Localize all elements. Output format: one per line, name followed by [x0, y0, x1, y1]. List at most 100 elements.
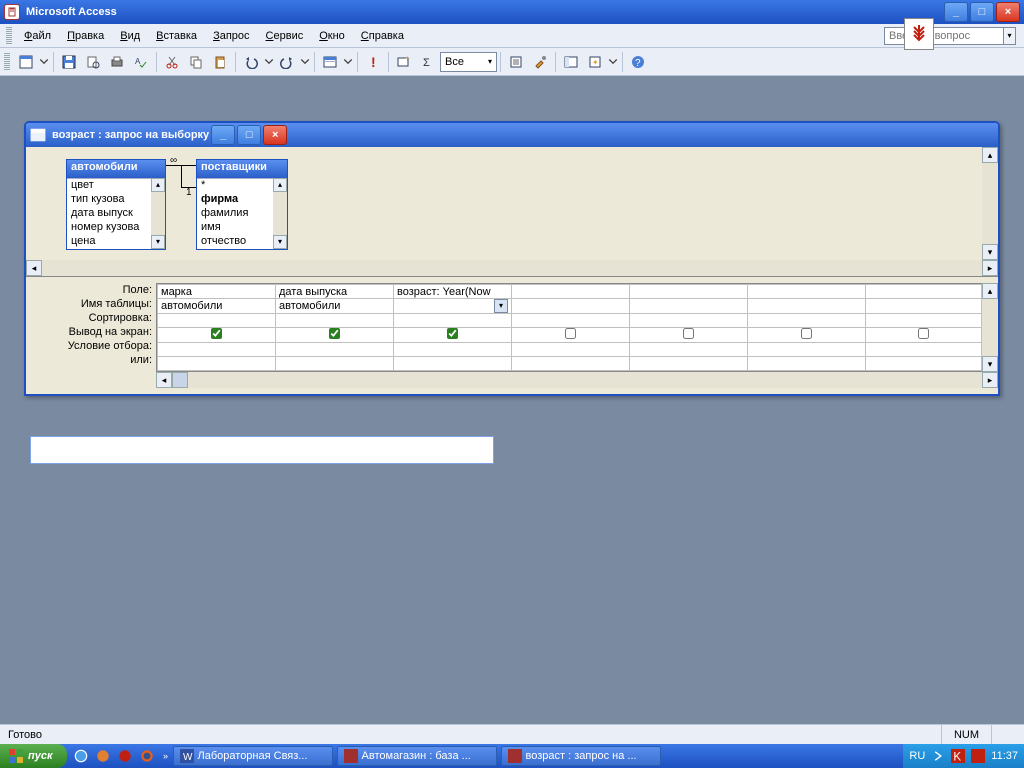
- undo-dropdown-button[interactable]: [264, 51, 274, 73]
- grid-vscroll[interactable]: ▴▾: [982, 283, 998, 372]
- grid-cell-show[interactable]: [394, 328, 512, 343]
- save-button[interactable]: [58, 51, 80, 73]
- grid-cell[interactable]: [748, 285, 866, 299]
- grid-cell-show[interactable]: [276, 328, 394, 343]
- grid-cell[interactable]: [394, 357, 512, 371]
- tray-kaspersky-icon[interactable]: K: [951, 749, 965, 763]
- ql-ie-icon[interactable]: [73, 748, 89, 764]
- menu-tools[interactable]: Сервис: [258, 27, 312, 45]
- grid-cell-active[interactable]: ▾: [394, 299, 512, 314]
- paste-button[interactable]: [209, 51, 231, 73]
- tables-pane[interactable]: автомобили цвет тип кузова дата выпуск н…: [26, 147, 998, 277]
- grid-cell[interactable]: [866, 285, 982, 299]
- menu-window[interactable]: Окно: [311, 27, 353, 45]
- grid-cell[interactable]: [748, 357, 866, 371]
- table-scrollbar[interactable]: ▴▾: [151, 178, 165, 249]
- grid-cell[interactable]: [748, 299, 866, 314]
- query-window-close-button[interactable]: ×: [263, 125, 287, 145]
- grid-cell-show[interactable]: [748, 328, 866, 343]
- show-checkbox[interactable]: [801, 328, 812, 339]
- build-button[interactable]: [529, 51, 551, 73]
- table-avtomobili[interactable]: автомобили цвет тип кузова дата выпуск н…: [66, 159, 166, 250]
- grid-cell[interactable]: [866, 357, 982, 371]
- redo-button[interactable]: [276, 51, 298, 73]
- grid-cell-show[interactable]: [630, 328, 748, 343]
- tables-pane-vscroll[interactable]: ▴▾: [982, 147, 998, 260]
- totals-button[interactable]: Σ: [417, 51, 439, 73]
- menu-edit[interactable]: Правка: [59, 27, 112, 45]
- combo-dropdown-button[interactable]: ▾: [494, 299, 508, 313]
- query-type-dropdown-button[interactable]: [343, 51, 353, 73]
- grid-cell[interactable]: [512, 343, 630, 357]
- app-minimize-button[interactable]: _: [944, 2, 968, 22]
- query-window-minimize-button[interactable]: _: [211, 125, 235, 145]
- grid-cell-show[interactable]: [512, 328, 630, 343]
- help-button[interactable]: ?: [627, 51, 649, 73]
- field-item[interactable]: *: [197, 179, 273, 193]
- field-item[interactable]: фамилия: [197, 207, 273, 221]
- grid-cell[interactable]: возраст: Year(Now: [394, 285, 512, 299]
- show-checkbox[interactable]: [447, 328, 458, 339]
- help-search-input[interactable]: [884, 27, 1004, 45]
- tables-pane-hscroll[interactable]: ◂▸: [26, 260, 998, 276]
- field-item[interactable]: цвет: [67, 179, 151, 193]
- new-object-dropdown-button[interactable]: [608, 51, 618, 73]
- field-item[interactable]: дата выпуск: [67, 207, 151, 221]
- table-postavshiki[interactable]: поставщики * фирма фамилия имя отчество …: [196, 159, 288, 250]
- taskbar-task-access-query[interactable]: возраст : запрос на ...: [501, 746, 661, 766]
- grid-cell[interactable]: [394, 314, 512, 328]
- print-preview-button[interactable]: [82, 51, 104, 73]
- menu-view[interactable]: Вид: [112, 27, 148, 45]
- new-object-button[interactable]: ✦: [584, 51, 606, 73]
- query-grid[interactable]: марка дата выпуска возраст: Year(Now авт…: [156, 283, 982, 372]
- menu-help[interactable]: Справка: [353, 27, 412, 45]
- field-item[interactable]: номер кузова: [67, 221, 151, 235]
- query-window-maximize-button[interactable]: □: [237, 125, 261, 145]
- grid-cell[interactable]: [748, 314, 866, 328]
- view-dropdown-button[interactable]: [39, 51, 49, 73]
- top-values-combo[interactable]: Все▾: [440, 52, 497, 72]
- menu-query[interactable]: Запрос: [205, 27, 257, 45]
- show-checkbox[interactable]: [683, 328, 694, 339]
- app-close-button[interactable]: ×: [996, 2, 1020, 22]
- cut-button[interactable]: [161, 51, 183, 73]
- show-checkbox[interactable]: [329, 328, 340, 339]
- table-scrollbar[interactable]: ▴▾: [273, 178, 287, 249]
- tray-chevron-icon[interactable]: [931, 749, 945, 763]
- menubar-grip[interactable]: [6, 27, 12, 45]
- grid-cell[interactable]: марка: [158, 285, 276, 299]
- query-type-button[interactable]: [319, 51, 341, 73]
- grid-cell[interactable]: [630, 343, 748, 357]
- grid-cell[interactable]: [276, 343, 394, 357]
- grid-cell[interactable]: автомобили: [158, 299, 276, 314]
- ql-firefox-icon[interactable]: [139, 748, 155, 764]
- query-window-titlebar[interactable]: возраст : запрос на выборку _ □ ×: [26, 123, 998, 147]
- grid-cell[interactable]: [158, 357, 276, 371]
- grid-cell[interactable]: [512, 285, 630, 299]
- grid-hscroll[interactable]: ◂▸: [156, 372, 998, 388]
- show-checkbox[interactable]: [565, 328, 576, 339]
- start-button[interactable]: пуск: [0, 744, 67, 768]
- grid-cell[interactable]: дата выпуска: [276, 285, 394, 299]
- show-checkbox[interactable]: [211, 328, 222, 339]
- grid-cell[interactable]: [866, 299, 982, 314]
- copy-button[interactable]: [185, 51, 207, 73]
- spelling-button[interactable]: A: [130, 51, 152, 73]
- grid-cell[interactable]: [630, 285, 748, 299]
- grid-cell[interactable]: [630, 314, 748, 328]
- menu-insert[interactable]: Вставка: [148, 27, 205, 45]
- table-avtomobili-header[interactable]: автомобили: [67, 160, 165, 178]
- taskbar-chevron-icon[interactable]: »: [161, 751, 171, 761]
- grid-cell[interactable]: автомобили: [276, 299, 394, 314]
- field-item[interactable]: отчество: [197, 235, 273, 249]
- grid-cell[interactable]: [512, 314, 630, 328]
- tray-clock[interactable]: 11:37: [991, 750, 1018, 762]
- grid-cell[interactable]: [748, 343, 866, 357]
- field-item[interactable]: цена: [67, 235, 151, 249]
- toolbar-grip[interactable]: [4, 53, 10, 71]
- taskbar-task-access-db[interactable]: Автомагазин : база ...: [337, 746, 497, 766]
- grid-cell-show[interactable]: [866, 328, 982, 343]
- undo-button[interactable]: [240, 51, 262, 73]
- grid-cell-show[interactable]: [158, 328, 276, 343]
- grid-cell[interactable]: [866, 314, 982, 328]
